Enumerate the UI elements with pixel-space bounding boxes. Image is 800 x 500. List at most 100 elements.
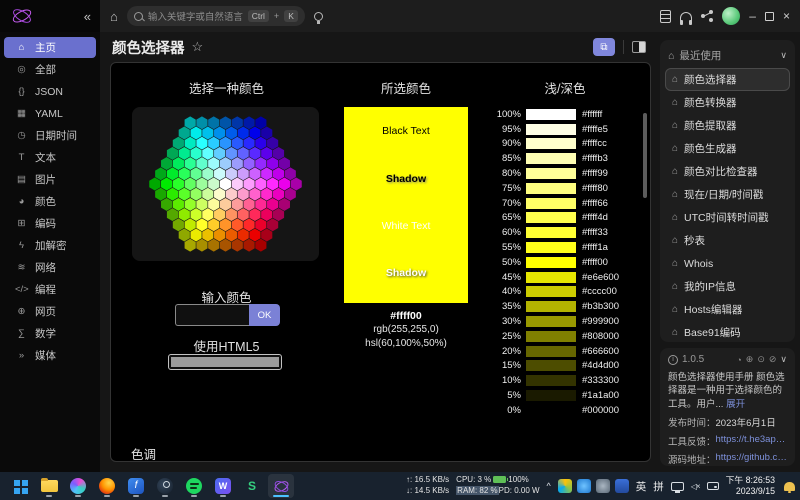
hex-color-cell[interactable] (179, 167, 190, 180)
hex-color-cell[interactable] (173, 157, 184, 170)
release-notes-button[interactable] (660, 10, 671, 23)
hex-color-cell[interactable] (202, 167, 213, 180)
hex-color-cell[interactable] (267, 157, 278, 170)
hex-color-cell[interactable] (273, 167, 284, 180)
sidebar-item[interactable]: ⊞ 编码 (4, 213, 96, 234)
hex-color-cell[interactable] (243, 116, 254, 129)
sidebar-item[interactable]: ≋ 网络 (4, 257, 96, 278)
taskbar-app-button[interactable] (65, 474, 91, 498)
recent-item[interactable]: ⌂ Hosts编辑器 (665, 298, 790, 321)
recent-item[interactable]: ⌂ 颜色提取器 (665, 114, 790, 137)
hex-color-cell[interactable] (190, 127, 201, 140)
sidebar-item[interactable]: » 媒体 (4, 345, 96, 366)
hex-color-cell[interactable] (173, 198, 184, 211)
maximize-button[interactable] (765, 12, 774, 21)
hex-color-cell[interactable] (185, 178, 196, 191)
hex-color-cell[interactable] (208, 239, 219, 252)
hex-color-cell[interactable] (202, 229, 213, 242)
recent-item[interactable]: ⌂ UTC时间转时间戳 (665, 206, 790, 229)
hex-color-cell[interactable] (249, 127, 260, 140)
hex-color-cell[interactable] (167, 147, 178, 160)
hex-color-cell[interactable] (279, 157, 290, 170)
recent-item[interactable]: ⌂ Base91编码 (665, 321, 790, 344)
color-text-input[interactable] (175, 304, 249, 326)
html5-color-input[interactable] (168, 354, 282, 370)
hex-color-cell[interactable] (196, 198, 207, 211)
home-icon[interactable]: ⌂ (110, 9, 118, 24)
hex-color-cell[interactable] (196, 239, 207, 252)
hex-color-cell[interactable] (179, 127, 190, 140)
taskbar-app-button[interactable] (181, 474, 207, 498)
hex-color-cell[interactable] (243, 218, 254, 231)
hex-color-cell[interactable] (196, 116, 207, 129)
hex-color-cell[interactable] (220, 218, 231, 231)
taskbar-app-button[interactable] (7, 474, 33, 498)
hex-color-cell[interactable] (232, 218, 243, 231)
hex-color-cell[interactable] (185, 137, 196, 150)
hex-color-cell[interactable] (243, 157, 254, 170)
sidebar-item[interactable]: ϟ 加解密 (4, 235, 96, 256)
hex-color-cell[interactable] (185, 157, 196, 170)
tray-app-icon[interactable] (615, 479, 629, 493)
ime-pinyin-indicator[interactable]: 拼 (653, 479, 664, 494)
hex-color-cell[interactable] (167, 167, 178, 180)
hex-color-cell[interactable] (255, 157, 266, 170)
hex-color-cell[interactable] (273, 208, 284, 221)
hex-color-cell[interactable] (255, 198, 266, 211)
hex-color-cell[interactable] (273, 147, 284, 160)
hex-color-cell[interactable] (279, 198, 290, 211)
taskbar-app-button[interactable] (210, 474, 236, 498)
hex-color-cell[interactable] (285, 188, 296, 201)
sidebar-item[interactable]: T 文本 (4, 147, 96, 168)
sidebar-item[interactable]: ▤ 图片 (4, 169, 96, 190)
hex-color-cell[interactable] (196, 157, 207, 170)
display-icon[interactable] (671, 482, 684, 491)
tray-color-icon[interactable] (558, 479, 572, 493)
hex-color-cell[interactable] (261, 229, 272, 242)
history-icon[interactable]: ◔ (736, 355, 741, 365)
hex-color-cell[interactable] (232, 178, 243, 191)
hex-color-cell[interactable] (161, 157, 172, 170)
hex-color-cell[interactable] (179, 208, 190, 221)
info-row-value[interactable]: https://t.he3app.co... (716, 434, 787, 448)
taskbar-app-button[interactable] (152, 474, 178, 498)
hex-color-cell[interactable] (261, 167, 272, 180)
sidebar-item[interactable]: ◎ 全部 (4, 59, 96, 80)
hex-color-cell[interactable] (232, 198, 243, 211)
hex-color-cell[interactable] (238, 229, 249, 242)
hex-color-cell[interactable] (190, 167, 201, 180)
block-icon[interactable]: ⊘ (769, 354, 777, 365)
hex-color-cell[interactable] (255, 116, 266, 129)
hidden-icons-chevron[interactable]: ^ (547, 481, 551, 491)
hex-color-cell[interactable] (238, 127, 249, 140)
hex-color-cell[interactable] (226, 188, 237, 201)
hex-color-cell[interactable] (261, 147, 272, 160)
hex-color-cell[interactable] (196, 178, 207, 191)
hex-color-cell[interactable] (220, 116, 231, 129)
user-avatar[interactable] (722, 7, 740, 25)
hex-color-cell[interactable] (291, 178, 302, 191)
hex-color-cell[interactable] (220, 157, 231, 170)
hex-color-cell[interactable] (208, 178, 219, 191)
hex-color-cell[interactable] (155, 188, 166, 201)
hex-color-cell[interactable] (267, 198, 278, 211)
suggestion-button[interactable] (314, 12, 323, 21)
hex-color-cell[interactable] (185, 116, 196, 129)
taskbar-app-button[interactable] (123, 474, 149, 498)
hex-color-cell[interactable] (243, 137, 254, 150)
hex-color-cell[interactable] (267, 178, 278, 191)
github-icon[interactable]: ⊙ (757, 354, 765, 365)
support-button[interactable] (680, 12, 692, 21)
toggle-panel-button[interactable] (632, 41, 646, 53)
recent-item[interactable]: ⌂ Whois (665, 252, 790, 275)
hex-color-cell[interactable] (190, 147, 201, 160)
hex-color-cell[interactable] (238, 188, 249, 201)
hex-color-cell[interactable] (232, 116, 243, 129)
recent-item[interactable]: ⌂ 颜色选择器 (665, 68, 790, 91)
minimize-button[interactable]: – (749, 9, 756, 23)
hex-color-cell[interactable] (261, 127, 272, 140)
chevron-down-icon[interactable]: ∨ (780, 354, 787, 365)
hex-color-cell[interactable] (238, 167, 249, 180)
favorite-star-button[interactable]: ☆ (192, 39, 204, 55)
hex-color-cell[interactable] (202, 127, 213, 140)
